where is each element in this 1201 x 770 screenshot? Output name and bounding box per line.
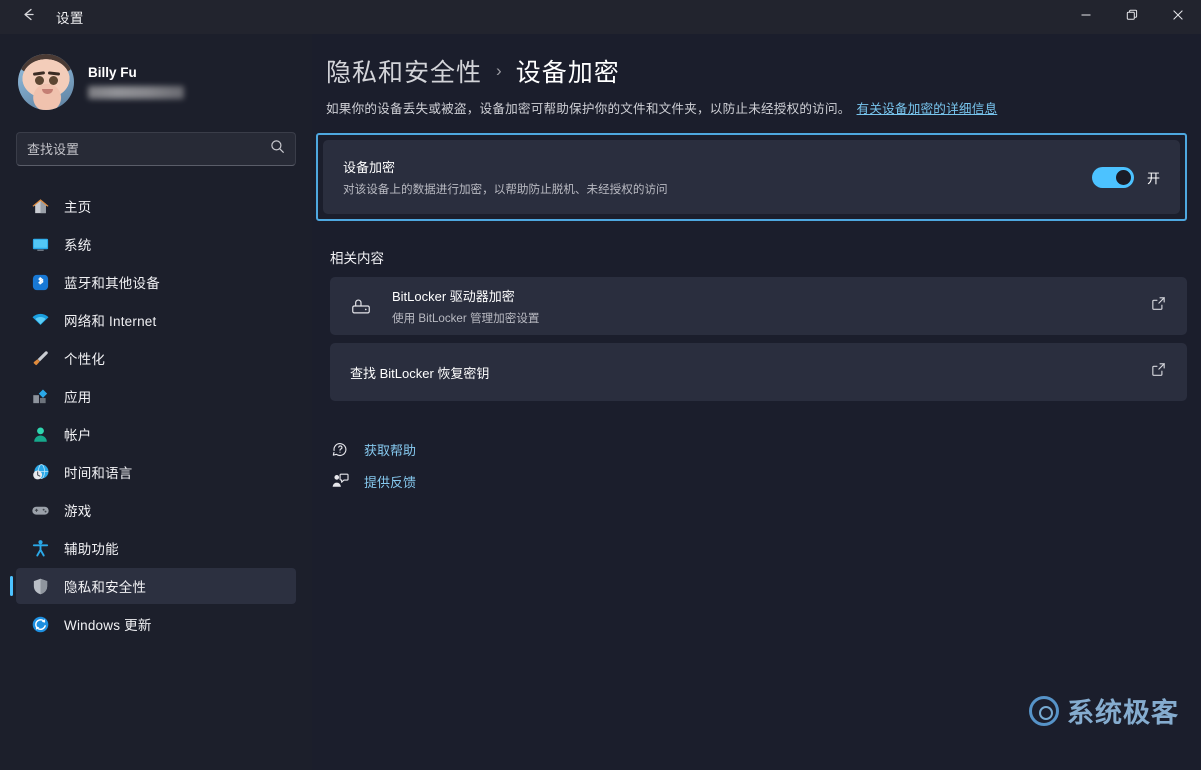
bitlocker-drive-icon [350, 295, 376, 317]
sidebar-item-time-language[interactable]: 时间和语言 [16, 454, 296, 490]
window-controls [1063, 0, 1201, 34]
get-help-link[interactable]: 获取帮助 [330, 433, 1201, 465]
minimize-icon [1080, 8, 1092, 26]
avatar [18, 54, 74, 110]
footer-links: 获取帮助 提供反馈 [312, 433, 1201, 497]
search-icon[interactable] [270, 139, 285, 159]
device-encryption-title: 设备加密 [343, 160, 396, 175]
device-encryption-toggle[interactable] [1091, 166, 1134, 188]
bitlocker-drive-encryption-card[interactable]: BitLocker 驱动器加密 使用 BitLocker 管理加密设置 [330, 277, 1187, 335]
apps-icon [30, 386, 50, 406]
sidebar-item-bluetooth[interactable]: 蓝牙和其他设备 [16, 264, 296, 300]
close-icon [1172, 8, 1184, 26]
sidebar-item-apps[interactable]: 应用 [16, 378, 296, 414]
sidebar-item-network[interactable]: 网络和 Internet [16, 302, 296, 338]
search-box[interactable] [16, 132, 296, 166]
update-icon [30, 614, 50, 634]
sidebar-item-label: 蓝牙和其他设备 [64, 276, 160, 291]
toggle-knob [1115, 169, 1131, 185]
account-name: Billy Fu [88, 65, 137, 80]
watermark: 系统极客 [1029, 691, 1179, 730]
gamepad-icon [30, 500, 50, 520]
sidebar-item-gaming[interactable]: 游戏 [16, 492, 296, 528]
home-icon [30, 196, 50, 216]
title-bar: 设置 [0, 0, 1201, 34]
watermark-text: 系统极客 [1067, 698, 1179, 728]
back-arrow-icon [20, 6, 37, 28]
sidebar-item-label: 应用 [64, 390, 92, 405]
minimize-button[interactable] [1063, 0, 1109, 34]
maximize-restore-button[interactable] [1109, 0, 1155, 34]
device-encryption-card[interactable]: 设备加密 对该设备上的数据进行加密，以帮助防止脱机、未经授权的访问 开 [323, 140, 1180, 214]
account-summary[interactable]: Billy Fu [0, 34, 312, 110]
search-input[interactable] [27, 141, 270, 157]
sidebar-item-label: 网络和 Internet [64, 314, 157, 329]
device-encryption-subtitle: 对该设备上的数据进行加密，以帮助防止脱机、未经授权的访问 [343, 183, 668, 196]
sidebar-item-privacy-security[interactable]: 隐私和安全性 [10, 568, 296, 604]
sidebar-item-label: 帐户 [64, 428, 92, 443]
sidebar-item-label: 个性化 [64, 352, 106, 367]
related-section-heading: 相关内容 [330, 251, 384, 266]
external-link-icon[interactable] [1150, 295, 1167, 317]
sidebar-item-label: 游戏 [64, 504, 92, 519]
brush-icon [30, 348, 50, 368]
sidebar-item-accessibility[interactable]: 辅助功能 [16, 530, 296, 566]
page-title: 设备加密 [515, 59, 620, 87]
sidebar-item-accounts[interactable]: 帐户 [16, 416, 296, 452]
settings-window: 设置 Billy Fu 查找设置 主页 系统 蓝牙和其他设备 网络和 Inter… [0, 0, 1201, 770]
sidebar-item-label: 主页 [64, 200, 92, 215]
close-button[interactable] [1155, 0, 1201, 34]
sidebar-item-label: 辅助功能 [64, 542, 119, 557]
system-icon [30, 234, 50, 254]
footer-link-label: 提供反馈 [364, 474, 417, 490]
card-title: 查找 BitLocker 恢复密钥 [350, 365, 490, 381]
window-title: 设置 [56, 11, 84, 26]
sidebar-item-windows-update[interactable]: Windows 更新 [16, 606, 296, 642]
sidebar-item-label: 隐私和安全性 [64, 580, 147, 595]
sidebar: Billy Fu 查找设置 主页 系统 蓝牙和其他设备 网络和 Internet… [0, 34, 312, 770]
breadcrumb: 隐私和安全性 › 设备加密 [312, 34, 1201, 87]
sidebar-item-label: 时间和语言 [64, 466, 133, 481]
external-link-icon[interactable] [1150, 361, 1167, 383]
sidebar-item-home[interactable]: 主页 [16, 188, 296, 224]
shield-icon [30, 576, 50, 596]
help-icon [330, 440, 350, 458]
find-bitlocker-recovery-key-card[interactable]: 查找 BitLocker 恢复密钥 [330, 343, 1187, 401]
sidebar-item-label: Windows 更新 [64, 618, 152, 633]
feedback-icon [330, 472, 350, 490]
sidebar-item-system[interactable]: 系统 [16, 226, 296, 262]
search-container [0, 110, 312, 166]
learn-more-link[interactable]: 有关设备加密的详细信息 [857, 102, 998, 116]
main-content: 隐私和安全性 › 设备加密 如果你的设备丢失或被盗，设备加密可帮助保护你的文件和… [312, 34, 1201, 770]
circle-swirl-logo-icon [1029, 695, 1059, 726]
account-email-redacted [88, 86, 184, 99]
bluetooth-icon [30, 272, 50, 292]
footer-link-label: 获取帮助 [364, 442, 417, 458]
clock-globe-icon [30, 462, 50, 482]
give-feedback-link[interactable]: 提供反馈 [330, 465, 1201, 497]
back-button[interactable] [6, 1, 50, 33]
page-description-text: 如果你的设备丢失或被盗，设备加密可帮助保护你的文件和文件夹，以防止未经授权的访问… [326, 102, 851, 116]
account-icon [30, 424, 50, 444]
restore-icon [1126, 8, 1138, 26]
device-encryption-focus-frame: 设备加密 对该设备上的数据进行加密，以帮助防止脱机、未经授权的访问 开 [316, 133, 1187, 221]
breadcrumb-parent[interactable]: 隐私和安全性 [326, 53, 482, 89]
sidebar-nav: 主页 系统 蓝牙和其他设备 网络和 Internet 个性化 应用 帐户 时间和… [0, 188, 312, 642]
chevron-right-icon: › [496, 61, 502, 80]
sidebar-item-personalization[interactable]: 个性化 [16, 340, 296, 376]
wifi-icon [30, 310, 50, 330]
card-subtitle: 使用 BitLocker 管理加密设置 [392, 312, 540, 325]
card-title: BitLocker 驱动器加密 [392, 289, 515, 304]
sidebar-item-label: 系统 [64, 238, 92, 253]
toggle-state-label: 开 [1146, 170, 1160, 186]
accessibility-icon [30, 538, 50, 558]
